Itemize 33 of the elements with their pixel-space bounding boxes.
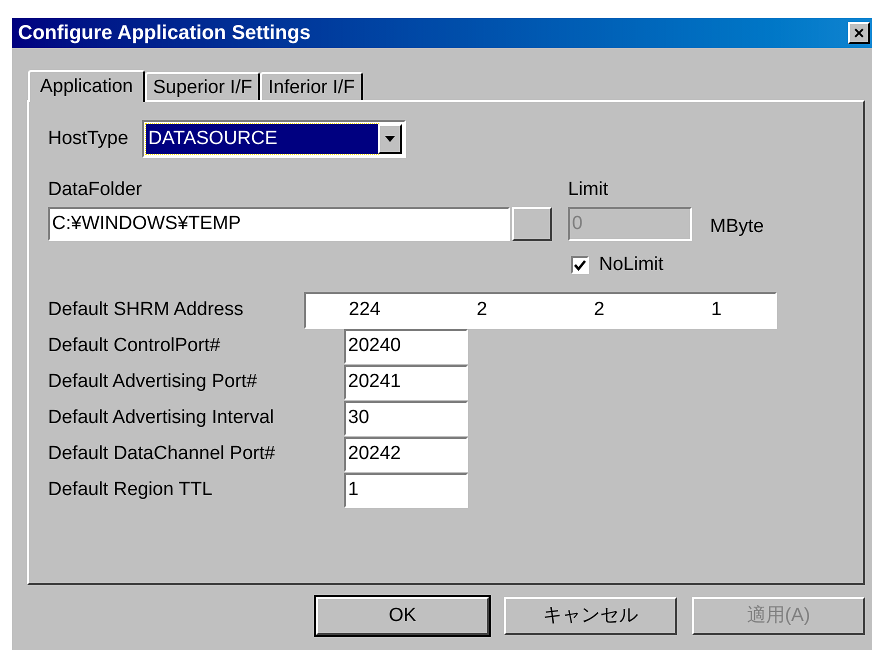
octet-value[interactable]: 2 xyxy=(423,296,540,324)
data-folder-field[interactable]: C:¥WINDOWS¥TEMP xyxy=(48,207,510,241)
field-label: Limit xyxy=(568,178,610,202)
octet-value[interactable]: 1 xyxy=(658,296,775,324)
input-field[interactable]: 1 xyxy=(344,473,468,508)
close-button[interactable]: × xyxy=(848,22,870,44)
field-label: Default Advertising Interval xyxy=(48,406,276,430)
dropdown-value: DATASOURCE xyxy=(146,124,378,154)
field-label: Default Region TTL xyxy=(48,478,214,502)
tab[interactable]: Application xyxy=(28,70,145,102)
host-type-dropdown[interactable]: DATASOURCE xyxy=(142,120,406,158)
input-field[interactable]: 20242 xyxy=(344,437,468,472)
dialog-button[interactable]: OK xyxy=(316,597,489,635)
browse-button[interactable] xyxy=(512,207,552,241)
dialog-button[interactable]: キャンセル xyxy=(504,597,677,635)
tab[interactable]: Inferior I/F xyxy=(260,72,363,100)
checkbox[interactable] xyxy=(571,256,589,274)
field-label: Default Advertising Port# xyxy=(48,370,258,394)
ip-address-field[interactable]: 224 2 2 1 xyxy=(304,292,777,328)
input-field[interactable]: 30 xyxy=(344,401,468,436)
input-field[interactable]: 20241 xyxy=(344,365,468,400)
field-label: Default DataChannel Port# xyxy=(48,442,276,466)
octet-value[interactable]: 2 xyxy=(540,296,658,324)
field-label: Default ControlPort# xyxy=(48,334,222,358)
tab[interactable]: Superior I/F xyxy=(144,72,260,100)
field-label: Default SHRM Address xyxy=(48,298,244,322)
window-title: Configure Application Settings xyxy=(18,21,311,46)
octet-value[interactable]: 224 xyxy=(306,296,424,324)
checkbox-label[interactable]: NoLimit xyxy=(599,251,664,280)
field-label: DataFolder xyxy=(48,178,143,202)
field-label: HostType xyxy=(48,126,128,151)
input-field[interactable]: 20240 xyxy=(344,329,468,364)
unit-label: MByte xyxy=(710,214,764,238)
